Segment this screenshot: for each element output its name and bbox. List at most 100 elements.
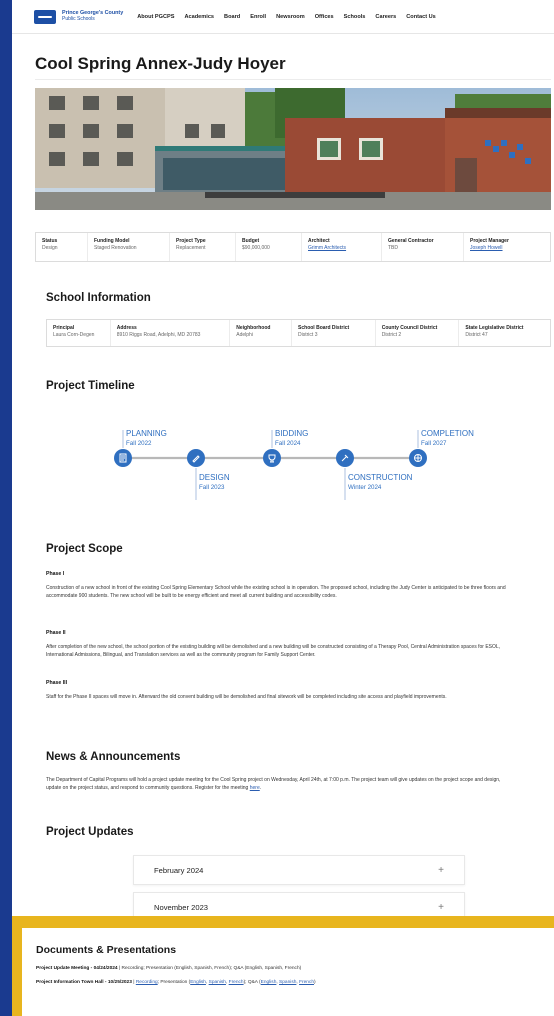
doc-update-meeting: Project Update Meeting - 04/24/2024 | Re… [36, 966, 540, 971]
news-end: . [259, 785, 262, 791]
presentation-french-link[interactable]: French [229, 980, 244, 985]
timeline-phase-date: Fall 2022 [126, 440, 152, 447]
project-updates-heading: Project Updates [46, 826, 134, 838]
phase-2-text: After completion of the new school, the … [46, 644, 501, 659]
update-label: November 2023 [154, 902, 209, 912]
update-february-2024[interactable]: February 2024 + [133, 855, 465, 885]
nav-schools[interactable]: Schools [344, 14, 366, 20]
doc-update-meeting-title: Project Update Meeting - 04/24/2024 [36, 966, 118, 971]
timeline-phase-date: Fall 2027 [421, 440, 447, 447]
top-navigation: Prince George's County Public Schools Ab… [12, 0, 554, 34]
expand-plus-icon[interactable]: + [438, 865, 444, 876]
timeline-phase-bidding: BIDDING Fall 2024 [263, 429, 308, 467]
school-info-table: Principal Laura Corn-Degen Address 8910 … [46, 319, 551, 347]
doc-town-hall: Project Information Town Hall - 10/25/20… [36, 980, 540, 985]
funding-model-value: Staged Renovation [94, 244, 137, 251]
school-photo [35, 88, 551, 210]
documents-card: Documents & Presentations Project Update… [22, 928, 554, 1016]
timeline-phase-name: BIDDING [275, 429, 308, 438]
doc-update-meeting-links[interactable]: | Recording; Presentation (English, Span… [119, 966, 301, 971]
timeline-phase-date: Winter 2024 [348, 484, 382, 491]
doc-town-hall-title: Project Information Town Hall - 10/25/20… [36, 980, 132, 985]
timeline-phase-date: Fall 2023 [199, 484, 225, 491]
address-cell: Address 8910 Riggs Road, Adelphi, MD 207… [111, 320, 231, 346]
nav-careers[interactable]: Careers [375, 14, 396, 20]
phase-2: Phase II After completion of the new sch… [46, 629, 516, 659]
timeline-phase-construction: CONSTRUCTION Winter 2024 [336, 449, 413, 500]
news-text: The Department of Capital Programs will … [46, 777, 501, 791]
school-information-heading: School Information [46, 292, 151, 304]
status-cell: Status Design [36, 233, 88, 261]
address-value: 8910 Riggs Road, Adelphi, MD 20783 [116, 331, 201, 338]
nav-enroll[interactable]: Enroll [250, 14, 266, 20]
budget-cell: Budget $90,000,000 [236, 233, 302, 261]
address-label: Address [116, 325, 137, 331]
nav-contact[interactable]: Contact Us [406, 14, 436, 20]
general-contractor-cell: General Contractor TBD [382, 233, 464, 261]
state-legislative-district-value: District 47 [465, 331, 488, 338]
qa-spanish-link[interactable]: Spanish [279, 980, 296, 985]
pgcps-logo[interactable]: Prince George's County Public Schools [34, 9, 123, 24]
general-contractor-label: General Contractor [388, 238, 434, 244]
timeline-phase-name: COMPLETION [421, 429, 474, 438]
project-scope-heading: Project Scope [46, 543, 123, 555]
presentation-spanish-link[interactable]: Spanish [209, 980, 226, 985]
nav-newsroom[interactable]: Newsroom [276, 14, 305, 20]
funding-model-cell: Funding Model Staged Renovation [88, 233, 170, 261]
status-value: Design [42, 244, 58, 251]
qa-french-link[interactable]: French [299, 980, 314, 985]
county-council-district-value: District 2 [381, 331, 402, 338]
project-manager-link[interactable]: Joseph Howell [470, 245, 544, 252]
expand-plus-icon[interactable]: + [438, 902, 444, 913]
county-council-district-label: County Council District [381, 325, 438, 331]
school-board-district-value: District 3 [298, 331, 318, 338]
nav-offices[interactable]: Offices [315, 14, 334, 20]
budget-value: $90,000,000 [242, 244, 270, 251]
county-council-district-cell: County Council District District 2 [376, 320, 460, 346]
qa-english-link[interactable]: English [261, 980, 277, 985]
neighborhood-label: Neighborhood [236, 325, 271, 331]
project-timeline: PLANNING Fall 2022 DESIGN Fall 2023 BIDDING F… [35, 420, 551, 530]
project-details-table: Status Design Funding Model Staged Renov… [35, 232, 551, 262]
timeline-phase-name: PLANNING [126, 429, 167, 438]
documents-heading: Documents & Presentations [36, 944, 177, 956]
neighborhood-value: Adelphi [236, 331, 253, 338]
presentation-label: ; Presentation ( [157, 980, 191, 985]
phase-3-title: Phase III [46, 680, 68, 686]
project-type-label: Project Type [176, 238, 206, 244]
timeline-phase-date: Fall 2024 [275, 440, 301, 447]
project-type-cell: Project Type Replacement [170, 233, 236, 261]
timeline-phase-design: DESIGN Fall 2023 [187, 449, 230, 500]
neighborhood-cell: Neighborhood Adelphi [230, 320, 293, 346]
project-type-value: Replacement [176, 244, 206, 251]
presentation-english-link[interactable]: English [190, 980, 206, 985]
qa-label: ); Q&A ( [243, 980, 261, 985]
title-divider [35, 79, 551, 80]
news-heading: News & Announcements [46, 751, 181, 763]
architect-link[interactable]: Grimm Architects [308, 245, 375, 252]
news-announcement: The Department of Capital Programs will … [46, 776, 516, 792]
project-manager-cell: Project Manager Joseph Howell [464, 233, 550, 261]
project-timeline-heading: Project Timeline [46, 380, 135, 392]
page-title: Cool Spring Annex-Judy Hoyer [35, 54, 286, 73]
nav-academics[interactable]: Academics [185, 14, 215, 20]
nav-about[interactable]: About PGCPS [137, 14, 174, 20]
phase-1: Phase I Construction of a new school in … [46, 570, 516, 600]
general-contractor-value: TBD [388, 244, 398, 251]
recording-link[interactable]: Recording [136, 980, 158, 985]
state-legislative-district-label: State Legislative District [465, 325, 524, 331]
page: Prince George's County Public Schools Ab… [12, 0, 554, 1016]
timeline-node [263, 449, 281, 467]
timeline-phase-name: DESIGN [199, 473, 230, 482]
state-legislative-district-cell: State Legislative District District 47 [459, 320, 550, 346]
school-board-district-cell: School Board District District 3 [292, 320, 376, 346]
timeline-graphic: PLANNING Fall 2022 DESIGN Fall 2023 BIDDING F… [114, 429, 474, 500]
phase-1-text: Construction of a new school in front of… [46, 585, 506, 600]
phase-1-title: Phase I [46, 571, 65, 577]
nav-board[interactable]: Board [224, 14, 240, 20]
principal-label: Principal [53, 325, 75, 331]
timeline-phase-completion: COMPLETION Fall 2027 [409, 429, 474, 467]
logo-subtitle: Public Schools [62, 16, 95, 23]
register-here-link[interactable]: here [250, 785, 260, 791]
project-manager-label: Project Manager [470, 238, 509, 244]
